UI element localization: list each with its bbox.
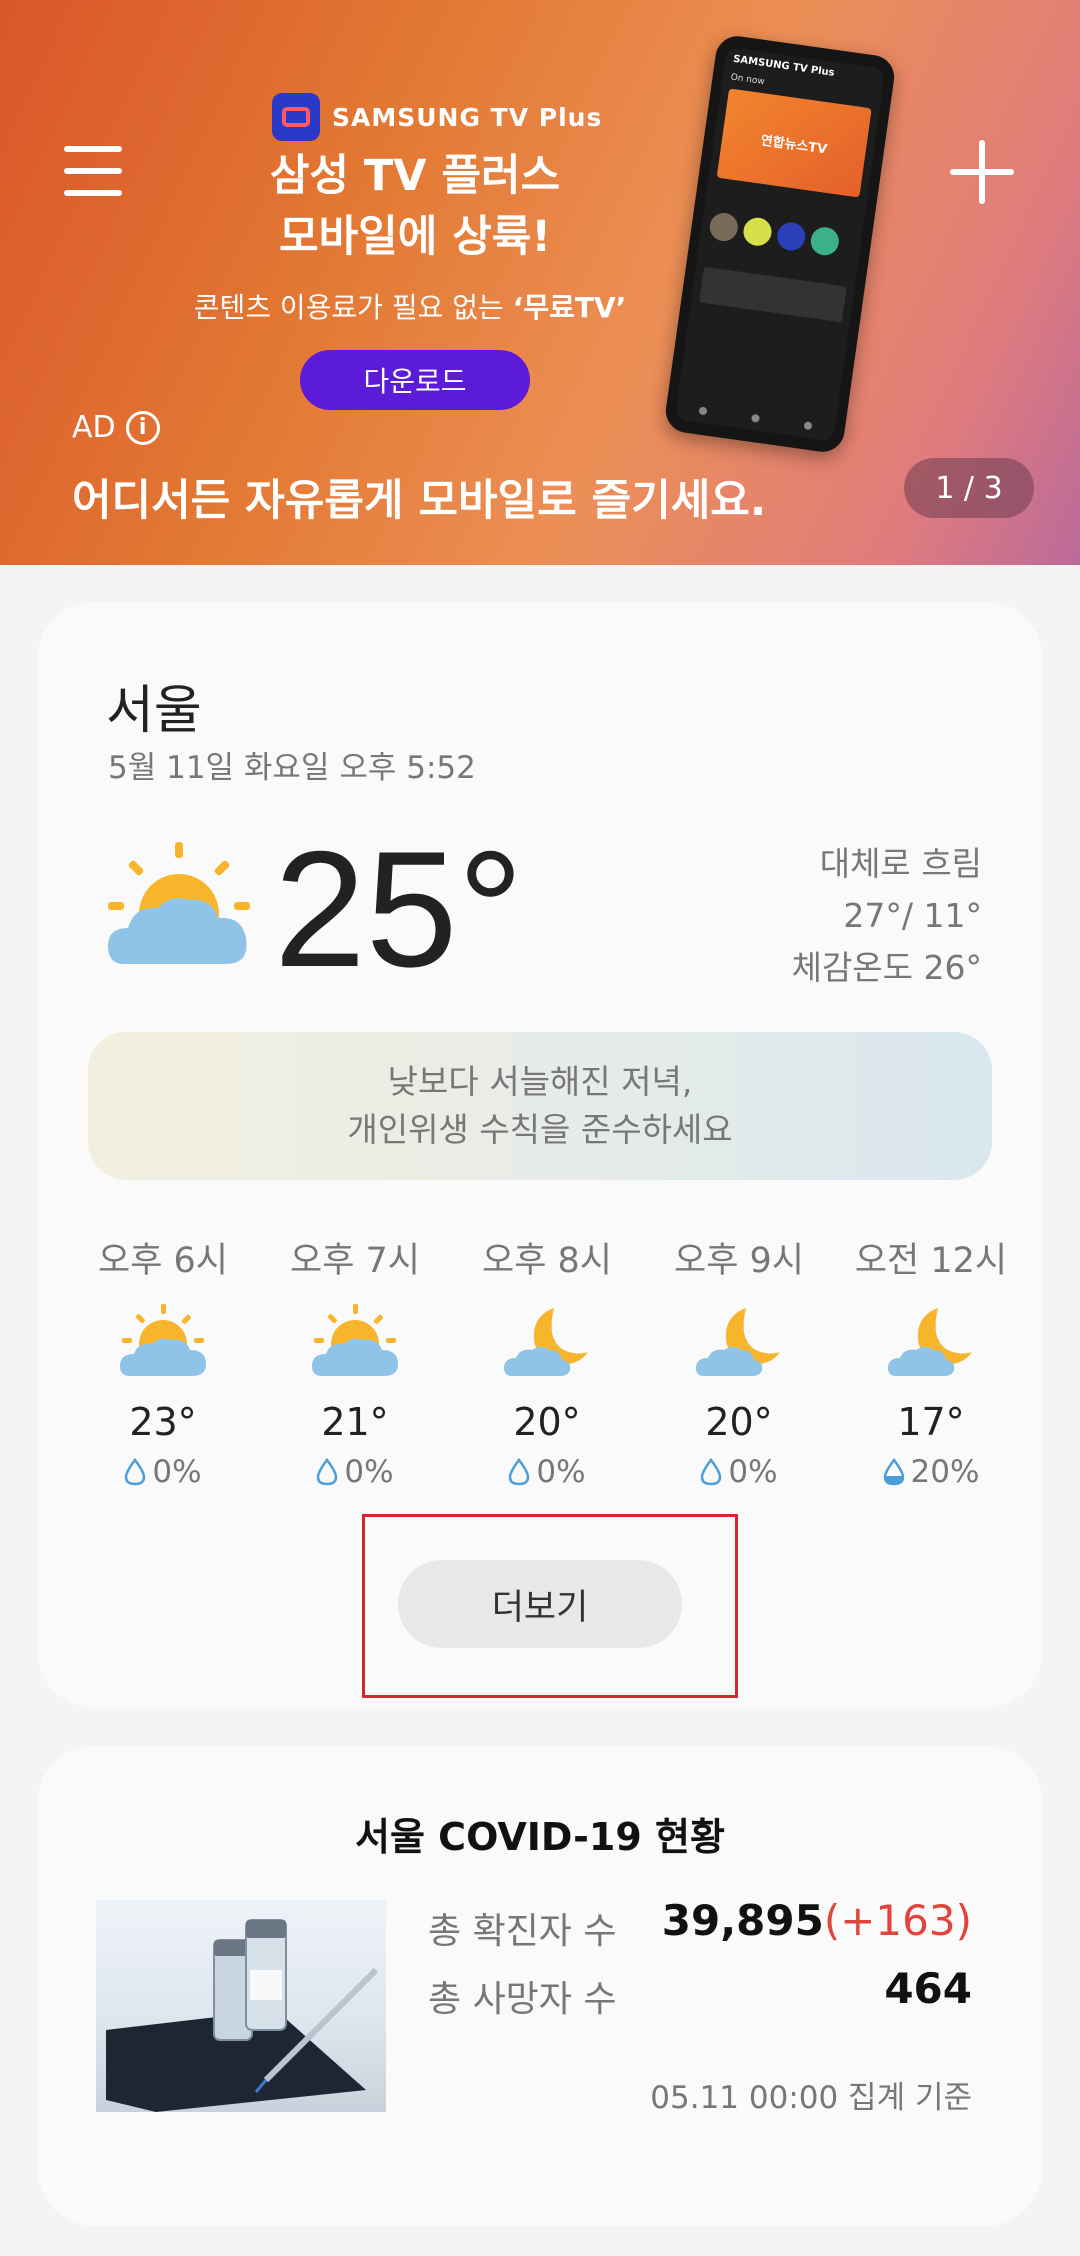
hour-rain: 20% (836, 1454, 1026, 1490)
weather-card[interactable]: 서울 5월 11일 화요일 오후 5:52 25° 대체로 흐림 27°/ 11… (38, 602, 1042, 1708)
phone-mockup-image: SAMSUNG TV Plus On now 연합뉴스TV (663, 33, 897, 455)
city-name: 서울 (106, 681, 202, 741)
raindrop-icon (509, 1458, 530, 1486)
hour-label: 오후 6시 (98, 1241, 228, 1281)
ad-subtitle-prefix: 콘텐츠 이용료가 필요 없는 (193, 291, 513, 324)
hourly-item: 오전 12시 17° 20% (836, 1232, 1026, 1490)
date-time: 5월 11일 화요일 오후 5:52 (108, 750, 476, 786)
ad-caption: 어디서든 자유롭게 모바일로 즐기세요. (72, 476, 767, 526)
sun-cloud-icon (108, 842, 250, 964)
total-cases-label: 총 확진자 수 (428, 1911, 617, 1952)
hour-temp: 21° (321, 1400, 389, 1444)
moon-cloud-icon (504, 1308, 588, 1376)
info-icon[interactable]: i (125, 410, 160, 445)
ad-brand: SAMSUNG TV Plus (272, 92, 602, 142)
tv-plus-logo-icon (272, 93, 320, 141)
covid-footnote: 05.11 00:00 집계 기준 (650, 2080, 972, 2116)
hour-rain-value: 20% (910, 1454, 980, 1490)
ad-banner[interactable]: SAMSUNG TV Plus 삼성 TV 플러스 모바일에 상륙! 콘텐츠 이… (0, 0, 1080, 565)
hi-lo-temp: 27°/ 11° (843, 896, 982, 935)
ad-headline-line1: 삼성 TV 플러스 (269, 151, 561, 201)
hour-label: 오전 12시 (854, 1241, 1008, 1281)
ad-subtitle: 콘텐츠 이용료가 필요 없는 ‘무료TV’ (160, 286, 660, 326)
hour-rain-value: 0% (152, 1454, 202, 1490)
hour-label: 오후 7시 (290, 1241, 420, 1281)
total-deaths-label: 총 사망자 수 (428, 1979, 617, 2020)
brand-name: SAMSUNG TV Plus (332, 102, 603, 132)
hour-rain: 0% (260, 1454, 450, 1490)
hour-rain-value: 0% (344, 1454, 394, 1490)
hour-rain-value: 0% (728, 1454, 778, 1490)
raindrop-filled-icon (883, 1458, 904, 1486)
phone-hero: 연합뉴스TV (716, 88, 872, 198)
raindrop-icon (317, 1458, 338, 1486)
total-cases-value: 39,895(+163) (662, 1896, 972, 1945)
current-temperature: 25° (274, 817, 524, 1001)
hourly-item: 오후 9시 20° 0% (644, 1232, 834, 1490)
ad-headline-line2: 모바일에 상륙! (279, 212, 551, 262)
ad-label-text: AD (72, 410, 116, 445)
hourly-forecast[interactable]: 오후 6시 23° 0% 오후 7시 21° 0% 오후 8시 20° 0% 오… (68, 1232, 1028, 1492)
raindrop-icon (125, 1458, 146, 1486)
condition-block: 대체로 흐림 27°/ 11° 체감온도 26° (792, 838, 982, 994)
hour-label: 오후 9시 (674, 1241, 804, 1281)
covid-card[interactable]: 서울 COVID-19 현황 총 확진자 수 39,895(+163) 총 사망… (38, 1746, 1042, 2226)
hour-rain: 0% (644, 1454, 834, 1490)
hour-label: 오후 8시 (482, 1241, 612, 1281)
feels-like: 체감온도 26° (791, 948, 982, 987)
hourly-item: 오후 8시 20° 0% (452, 1232, 642, 1490)
hourly-item: 오후 6시 23° 0% (68, 1232, 258, 1490)
page-indicator: 1 / 3 (904, 458, 1034, 518)
sun-cloud-icon (312, 1304, 398, 1376)
covid-title: 서울 COVID-19 현황 (355, 1815, 725, 1859)
hour-rain: 0% (68, 1454, 258, 1490)
hour-rain: 0% (452, 1454, 642, 1490)
more-button[interactable]: 더보기 (398, 1560, 682, 1648)
condition-text: 대체로 흐림 (819, 844, 982, 883)
hourly-item: 오후 7시 21° 0% (260, 1232, 450, 1490)
weather-message: 낮보다 서늘해진 저녁, 개인위생 수칙을 준수하세요 (88, 1032, 992, 1180)
message-line1: 낮보다 서늘해진 저녁, (387, 1062, 693, 1101)
download-button[interactable]: 다운로드 (300, 350, 530, 410)
add-icon[interactable] (950, 140, 1014, 204)
hour-rain-value: 0% (536, 1454, 586, 1490)
ad-subtitle-emphasis: ‘무료TV’ (512, 291, 627, 324)
total-deaths-value: 464 (884, 1964, 972, 2013)
moon-cloud-icon (888, 1308, 972, 1376)
moon-cloud-icon (696, 1308, 780, 1376)
raindrop-icon (701, 1458, 722, 1486)
menu-icon[interactable] (64, 146, 124, 198)
total-cases-number: 39,895 (661, 1896, 824, 1945)
hour-temp: 17° (897, 1400, 965, 1444)
ad-label[interactable]: AD i (72, 410, 160, 445)
hour-temp: 23° (129, 1400, 197, 1444)
hour-temp: 20° (513, 1400, 581, 1444)
sun-cloud-icon (120, 1304, 206, 1376)
total-cases-delta: (+163) (823, 1896, 972, 1945)
vaccine-image (96, 1900, 386, 2112)
message-line2: 개인위생 수칙을 준수하세요 (347, 1110, 733, 1149)
hour-temp: 20° (705, 1400, 773, 1444)
